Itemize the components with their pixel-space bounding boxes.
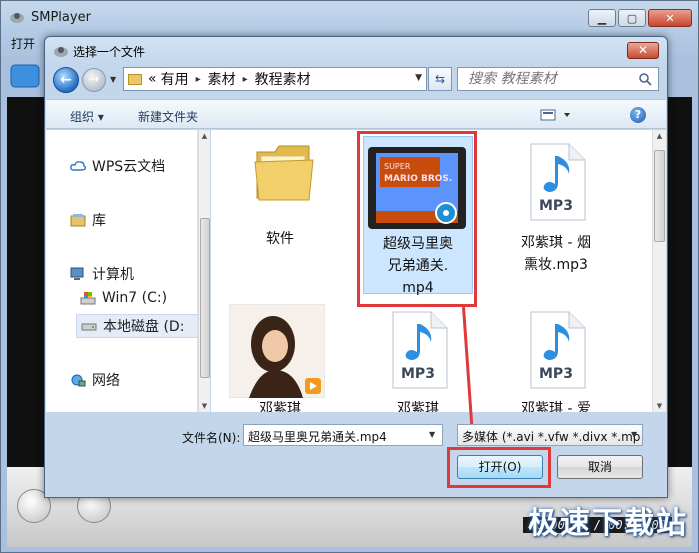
computer-icon — [70, 267, 84, 280]
file-type-filter[interactable]: 多媒体 (*.avi *.vfw *.divx *.mp — [457, 424, 643, 446]
search-box — [457, 67, 659, 91]
open-button[interactable]: 打开(O) — [457, 455, 543, 479]
breadcrumb-item[interactable]: 教程素材 — [255, 69, 311, 89]
folder-icon — [128, 73, 142, 85]
scroll-down-icon[interactable]: ▼ — [199, 402, 210, 410]
dialog-close-button[interactable]: ✕ — [627, 42, 659, 59]
cloud-icon — [70, 161, 86, 171]
nav-item-library[interactable]: 库 — [70, 210, 106, 230]
music-file-icon: MP3 — [530, 311, 586, 389]
dialog-title: 选择一个文件 — [73, 45, 146, 59]
nav-item-label: WPS云文档 — [92, 159, 166, 175]
library-icon — [70, 214, 86, 227]
refresh-button[interactable]: ⇆ — [428, 67, 452, 91]
drive-icon — [81, 323, 97, 331]
address-bar[interactable]: « 有用 ▸ 素材 ▸ 教程素材 ▼ — [123, 67, 427, 91]
file-name-line: 邓紫琪 - 烟 — [521, 235, 591, 251]
nav-item-drive-d[interactable]: 本地磁盘 (D: — [76, 314, 197, 338]
file-item-audio[interactable]: MP3 邓紫琪 - 爱 — [501, 308, 611, 412]
nav-item-drive-c[interactable]: Win7 (C:) — [80, 290, 167, 306]
file-item-audio[interactable]: MP3 邓紫琪 - 烟 熏妆.mp3 — [501, 136, 611, 276]
new-folder-button[interactable]: 新建文件夹 — [138, 108, 198, 125]
caption-buttons: ▁ ▢ ✕ — [588, 9, 692, 27]
menu-open[interactable]: 打开 — [7, 33, 39, 53]
navigation-scrollbar[interactable]: ▲ ▼ — [198, 130, 210, 412]
breadcrumb-item[interactable]: 素材 — [208, 69, 236, 89]
nav-item-network[interactable]: 网络 — [70, 370, 120, 390]
back-button[interactable]: ← — [53, 67, 79, 93]
search-icon[interactable] — [638, 72, 652, 86]
scrollbar-thumb[interactable] — [654, 150, 665, 242]
filename-dropdown-icon[interactable]: ▼ — [429, 430, 435, 439]
file-badge: MP3 — [401, 366, 435, 382]
breadcrumb-item[interactable]: 有用 — [161, 69, 189, 89]
scroll-up-icon[interactable]: ▲ — [199, 132, 210, 140]
breadcrumb: « 有用 ▸ 素材 ▸ 教程素材 — [148, 69, 311, 89]
file-name: 邓紫琪 — [397, 401, 439, 412]
network-icon — [71, 374, 86, 387]
view-options-icon[interactable] — [540, 108, 574, 122]
windows-drive-icon — [80, 292, 96, 305]
forward-button[interactable]: → — [82, 68, 106, 92]
open-file-dialog: 选择一个文件 ✕ ← → ▼ « 有用 ▸ 素材 ▸ 教程素材 ▼ ⇆ 组织 ▾… — [44, 36, 668, 498]
file-list-scrollbar[interactable]: ▲ ▼ — [652, 130, 666, 412]
minimize-button[interactable]: ▁ — [588, 9, 616, 27]
file-item-folder[interactable]: 软件 — [225, 136, 335, 256]
highlight-box — [357, 131, 477, 307]
file-name-line: 熏妆.mp3 — [524, 257, 588, 273]
nav-item-wps-cloud[interactable]: WPS云文档 — [70, 156, 165, 176]
filename-label: 文件名(N): — [182, 431, 241, 445]
breadcrumb-separator-icon[interactable]: ▸ — [243, 74, 248, 85]
watermark-logo: 极速下载站 — [528, 506, 688, 541]
address-dropdown-icon[interactable]: ▼ — [415, 73, 422, 83]
file-name: 软件 — [266, 231, 294, 247]
smplayer-titlebar: SMPlayer ▁ ▢ ✕ — [1, 1, 698, 33]
file-badge: MP3 — [539, 198, 573, 214]
organize-button[interactable]: 组织 ▾ — [70, 108, 104, 125]
nav-item-computer[interactable]: 计算机 — [70, 264, 134, 284]
history-dropdown-icon[interactable]: ▼ — [110, 75, 116, 84]
maximize-button[interactable]: ▢ — [618, 9, 646, 27]
search-input[interactable] — [468, 71, 638, 87]
nav-item-label: 本地磁盘 (D: — [103, 319, 185, 335]
file-name: 邓紫琪 - 爱 — [521, 401, 591, 412]
file-badge: MP3 — [539, 366, 573, 382]
smplayer-logo-icon — [10, 13, 24, 23]
nav-item-label: 库 — [92, 213, 106, 229]
nav-item-label: 计算机 — [92, 267, 134, 283]
dialog-toolbar: 组织 ▾ 新建文件夹 ? — [46, 99, 666, 129]
navigation-pane: WPS云文档 库 计算机 Win7 (C:) 本地磁盘 (D: 网络 — [46, 130, 198, 412]
dialog-app-icon — [54, 47, 68, 57]
scroll-up-icon[interactable]: ▲ — [653, 132, 666, 140]
filename-input[interactable]: 超级马里奥兄弟通关.mp4 — [243, 424, 443, 446]
smplayer-menubar: 打开 — [7, 33, 39, 53]
help-icon[interactable]: ? — [630, 107, 646, 123]
music-file-icon: MP3 — [392, 311, 448, 389]
file-item-image[interactable]: 邓紫琪 — [225, 304, 335, 412]
close-button[interactable]: ✕ — [648, 9, 692, 27]
nav-item-label: Win7 (C:) — [102, 290, 168, 306]
scroll-down-icon[interactable]: ▼ — [653, 402, 666, 410]
nav-item-label: 网络 — [92, 373, 120, 389]
image-thumbnail — [229, 304, 325, 398]
breadcrumb-overflow[interactable]: « — [148, 71, 157, 87]
file-name: 邓紫琪 — [259, 401, 301, 412]
smplayer-title: SMPlayer — [31, 10, 91, 25]
folder-icon — [254, 145, 314, 201]
scrollbar-thumb[interactable] — [200, 218, 210, 378]
filter-dropdown-icon[interactable]: ▼ — [631, 430, 637, 439]
smplayer-toolbar-icon[interactable] — [7, 57, 47, 97]
breadcrumb-separator-icon[interactable]: ▸ — [196, 74, 201, 85]
music-file-icon: MP3 — [530, 143, 586, 221]
cancel-button[interactable]: 取消 — [557, 455, 643, 479]
file-item-audio[interactable]: MP3 邓紫琪 — [363, 308, 473, 412]
